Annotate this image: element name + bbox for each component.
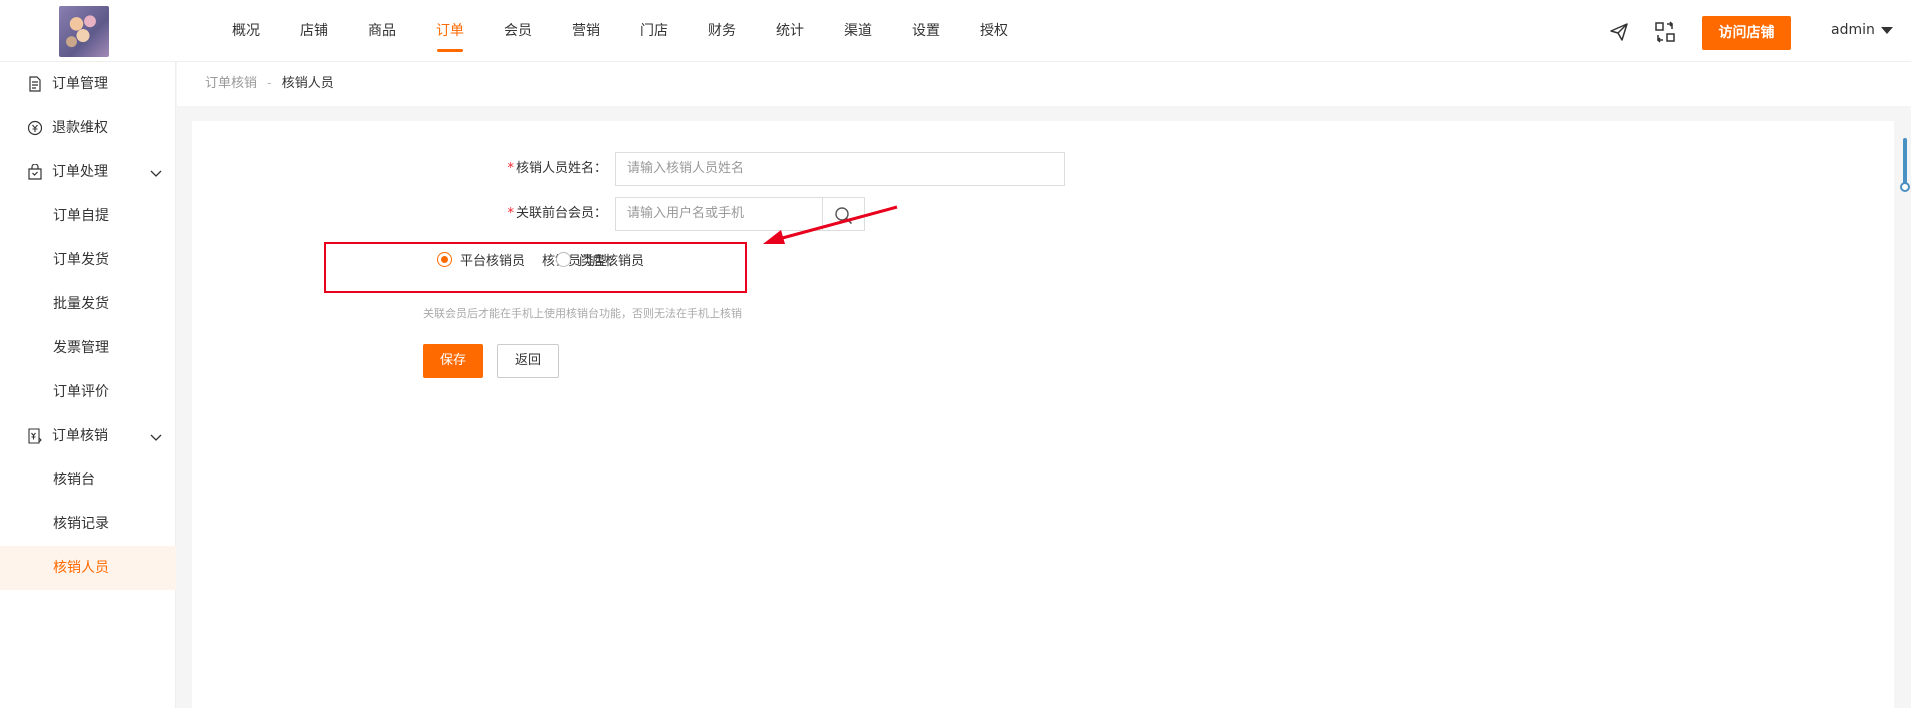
document-icon [29,76,41,92]
name-field-label: * 核销人员姓名： [507,161,607,176]
sidebar-item-label: 订单评价 [53,384,109,400]
required-mark: * [507,161,514,176]
breadcrumb-parent[interactable]: 订单核销 [205,76,257,91]
save-button[interactable]: 保存 [423,344,483,378]
logo[interactable] [59,6,109,57]
sidebar-item-invoice[interactable]: 发票管理 [0,326,176,370]
sidebar-item-order-processing[interactable]: 订单处理 [0,150,176,194]
back-button[interactable]: 返回 [497,344,559,378]
main-nav: 概况 店铺 商品 订单 会员 营销 门店 财务 统计 渠道 设置 授权 [212,0,1028,62]
bag-icon [28,164,42,180]
sidebar-item-label: 核销人员 [53,560,109,576]
sidebar-item-order-review[interactable]: 订单评价 [0,370,176,414]
send-icon[interactable] [1608,21,1630,43]
nav-finance[interactable]: 财务 [688,0,756,62]
sidebar-item-label: 退款维权 [52,120,108,136]
caret-down-icon [1880,26,1893,34]
hint-text: 关联会员后才能在手机上使用核销台功能，否则无法在手机上核销 [423,307,742,320]
name-input[interactable]: 请输入核销人员姓名 [615,152,1065,186]
scrollbar[interactable] [1896,130,1911,708]
sidebar-item-order-verification[interactable]: 订单核销 [0,414,176,458]
sidebar-item-label: 核销记录 [53,516,109,532]
content-panel: * 核销人员姓名： 请输入核销人员姓名 * 关联前台会员： 请输入用户名或手机 核销… [192,121,1894,708]
member-field-label: * 关联前台会员： [507,206,607,221]
nav-license[interactable]: 授权 [960,0,1028,62]
user-menu[interactable]: admin [1831,22,1893,38]
chevron-down-icon [150,434,162,441]
scrollbar-knob[interactable] [1900,182,1910,192]
nav-member[interactable]: 会员 [484,0,552,62]
sidebar-item-refund[interactable]: 退款维权 [0,106,176,150]
sidebar-item-order-shipping[interactable]: 订单发货 [0,238,176,282]
nav-order[interactable]: 订单 [416,0,484,62]
sidebar-item-label: 订单核销 [52,428,108,444]
top-header: 概况 店铺 商品 订单 会员 营销 门店 财务 统计 渠道 设置 授权 访问店铺… [0,0,1911,62]
sidebar-item-verification-staff[interactable]: 核销人员 [0,546,176,590]
required-mark: * [507,206,514,221]
sidebar-item-label: 订单自提 [53,208,109,224]
sidebar-item-label: 订单发货 [53,252,109,268]
nav-settings[interactable]: 设置 [892,0,960,62]
sidebar-item-label: 核销台 [53,472,95,488]
nav-marketing[interactable]: 营销 [552,0,620,62]
sidebar-item-label: 订单管理 [52,76,108,92]
nav-store[interactable]: 门店 [620,0,688,62]
sidebar-item-label: 批量发货 [53,296,109,312]
nav-channel[interactable]: 渠道 [824,0,892,62]
breadcrumb: 订单核销 - 核销人员 [177,62,1911,106]
scrollbar-thumb[interactable] [1903,138,1907,188]
breadcrumb-current: 核销人员 [281,76,334,91]
sidebar-item-order-management[interactable]: 订单管理 [0,62,176,106]
nav-overview[interactable]: 概况 [212,0,280,62]
sidebar-item-label: 发票管理 [53,340,109,356]
sidebar-item-verification-records[interactable]: 核销记录 [0,502,176,546]
visit-store-button[interactable]: 访问店铺 [1702,16,1791,50]
sidebar-item-self-pickup[interactable]: 订单自提 [0,194,176,238]
breadcrumb-separator: - [267,76,272,91]
nav-shop[interactable]: 店铺 [280,0,348,62]
nav-stats[interactable]: 统计 [756,0,824,62]
highlight-box [324,242,747,293]
sidebar-item-label: 订单处理 [52,164,108,180]
nav-goods[interactable]: 商品 [348,0,416,62]
sidebar: 订单管理 退款维权 订单处理 订单自提 订单发货 批量发货 发票管理 订单评价 … [0,62,176,708]
chevron-down-icon [150,170,162,177]
refund-icon [27,120,43,136]
annotation-arrow-icon [763,205,898,244]
sidebar-item-batch-shipping[interactable]: 批量发货 [0,282,176,326]
switch-icon[interactable] [1654,21,1676,43]
user-name: admin [1831,22,1875,38]
sidebar-item-verification-desk[interactable]: 核销台 [0,458,176,502]
verify-icon [28,428,42,444]
